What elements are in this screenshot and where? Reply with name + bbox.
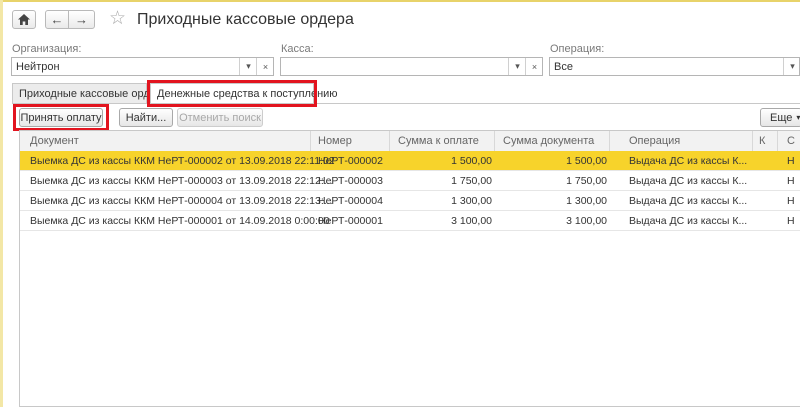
cell-operation: Выдача ДС из кассы К... — [629, 155, 748, 167]
table-row[interactable]: Выемка ДС из кассы ККМ НеРТ-000001 от 14… — [20, 211, 800, 231]
home-icon — [18, 14, 30, 25]
column-header-s[interactable]: С — [787, 135, 795, 147]
organization-label: Организация: — [12, 43, 82, 55]
documents-table[interactable]: Документ Номер Сумма к оплате Сумма доку… — [19, 130, 800, 407]
cell-amount-due: 1 500,00 — [451, 155, 492, 167]
cell-amount-due: 1 750,00 — [451, 175, 492, 187]
arrow-right-icon: → — [75, 12, 88, 27]
cell-number: НеРТ-000003 — [318, 175, 383, 187]
back-button[interactable]: ← — [45, 10, 69, 29]
cell-document-sum: 1 300,00 — [566, 195, 607, 207]
tab-receipt-orders[interactable]: Приходные кассовые ордера — [12, 83, 168, 103]
chevron-down-icon: ▾ — [796, 113, 800, 122]
table-row[interactable]: Выемка ДС из кассы ККМ НеРТ-000002 от 13… — [20, 151, 800, 171]
table-header: Документ Номер Сумма к оплате Сумма доку… — [20, 131, 800, 152]
cell-number: НеРТ-000002 — [318, 155, 383, 167]
cell-number: НеРТ-000001 — [318, 215, 383, 227]
column-header-document[interactable]: Документ — [30, 135, 79, 147]
cell-s: Н — [787, 215, 795, 227]
cell-amount-due: 1 300,00 — [451, 195, 492, 207]
cell-number: НеРТ-000004 — [318, 195, 383, 207]
column-header-k[interactable]: К — [759, 135, 765, 147]
column-header-number[interactable]: Номер — [318, 135, 352, 147]
column-divider — [777, 131, 778, 151]
home-button[interactable] — [12, 10, 36, 29]
more-label: Еще — [770, 111, 793, 124]
table-row[interactable]: Выемка ДС из кассы ККМ НеРТ-000003 от 13… — [20, 171, 800, 191]
cell-s: Н — [787, 175, 795, 187]
operation-value: Все — [554, 61, 573, 73]
cell-operation: Выдача ДС из кассы К... — [629, 195, 748, 207]
star-icon[interactable]: ☆ — [109, 8, 126, 30]
arrow-left-icon: ← — [50, 12, 64, 27]
operation-label: Операция: — [550, 43, 605, 55]
column-divider — [494, 131, 495, 151]
kassa-field[interactable]: ▾ × — [280, 57, 543, 76]
tab-divider — [12, 103, 800, 104]
more-button[interactable]: Еще ▾ — [760, 108, 800, 127]
cell-document: Выемка ДС из кассы ККМ НеРТ-000003 от 13… — [30, 175, 333, 187]
column-divider — [609, 131, 610, 151]
operation-field[interactable]: Все ▾ — [549, 57, 800, 76]
column-header-operation[interactable]: Операция — [629, 135, 680, 147]
organization-field[interactable]: Нейтрон ▾ × — [11, 57, 274, 76]
window-left-border — [0, 0, 3, 407]
cell-operation: Выдача ДС из кассы К... — [629, 215, 748, 227]
cell-document: Выемка ДС из кассы ККМ НеРТ-000002 от 13… — [30, 155, 335, 167]
table-row[interactable]: Выемка ДС из кассы ККМ НеРТ-000004 от 13… — [20, 191, 800, 211]
cell-document: Выемка ДС из кассы ККМ НеРТ-000004 от 13… — [30, 195, 333, 207]
cancel-search-button[interactable]: Отменить поиск — [177, 108, 263, 127]
organization-value: Нейтрон — [16, 61, 60, 73]
cell-s: Н — [787, 195, 795, 207]
cell-document-sum: 1 750,00 — [566, 175, 607, 187]
cell-document-sum: 1 500,00 — [566, 155, 607, 167]
column-header-amount-due[interactable]: Сумма к оплате — [398, 135, 479, 147]
clear-icon[interactable]: × — [256, 58, 274, 75]
forward-button[interactable]: → — [68, 10, 95, 29]
tab-funds-to-receive[interactable]: Денежные средства к поступлению — [150, 83, 338, 103]
column-divider — [752, 131, 753, 151]
column-divider — [389, 131, 390, 151]
kassa-label: Касса: — [281, 43, 314, 55]
cell-amount-due: 3 100,00 — [451, 215, 492, 227]
cell-document-sum: 3 100,00 — [566, 215, 607, 227]
column-divider — [310, 131, 311, 151]
cell-s: Н — [787, 155, 795, 167]
find-button[interactable]: Найти... — [119, 108, 173, 127]
dropdown-icon[interactable]: ▾ — [783, 58, 800, 75]
dropdown-icon[interactable]: ▾ — [239, 58, 257, 75]
dropdown-icon[interactable]: ▾ — [508, 58, 526, 75]
clear-icon[interactable]: × — [525, 58, 543, 75]
cell-document: Выемка ДС из кассы ККМ НеРТ-000001 от 14… — [30, 215, 330, 227]
cell-operation: Выдача ДС из кассы К... — [629, 175, 748, 187]
accept-payment-button[interactable]: Принять оплату — [19, 108, 103, 127]
page-title: Приходные кассовые ордера — [137, 11, 354, 28]
window-top-border — [0, 0, 800, 2]
column-header-document-sum[interactable]: Сумма документа — [503, 135, 594, 147]
